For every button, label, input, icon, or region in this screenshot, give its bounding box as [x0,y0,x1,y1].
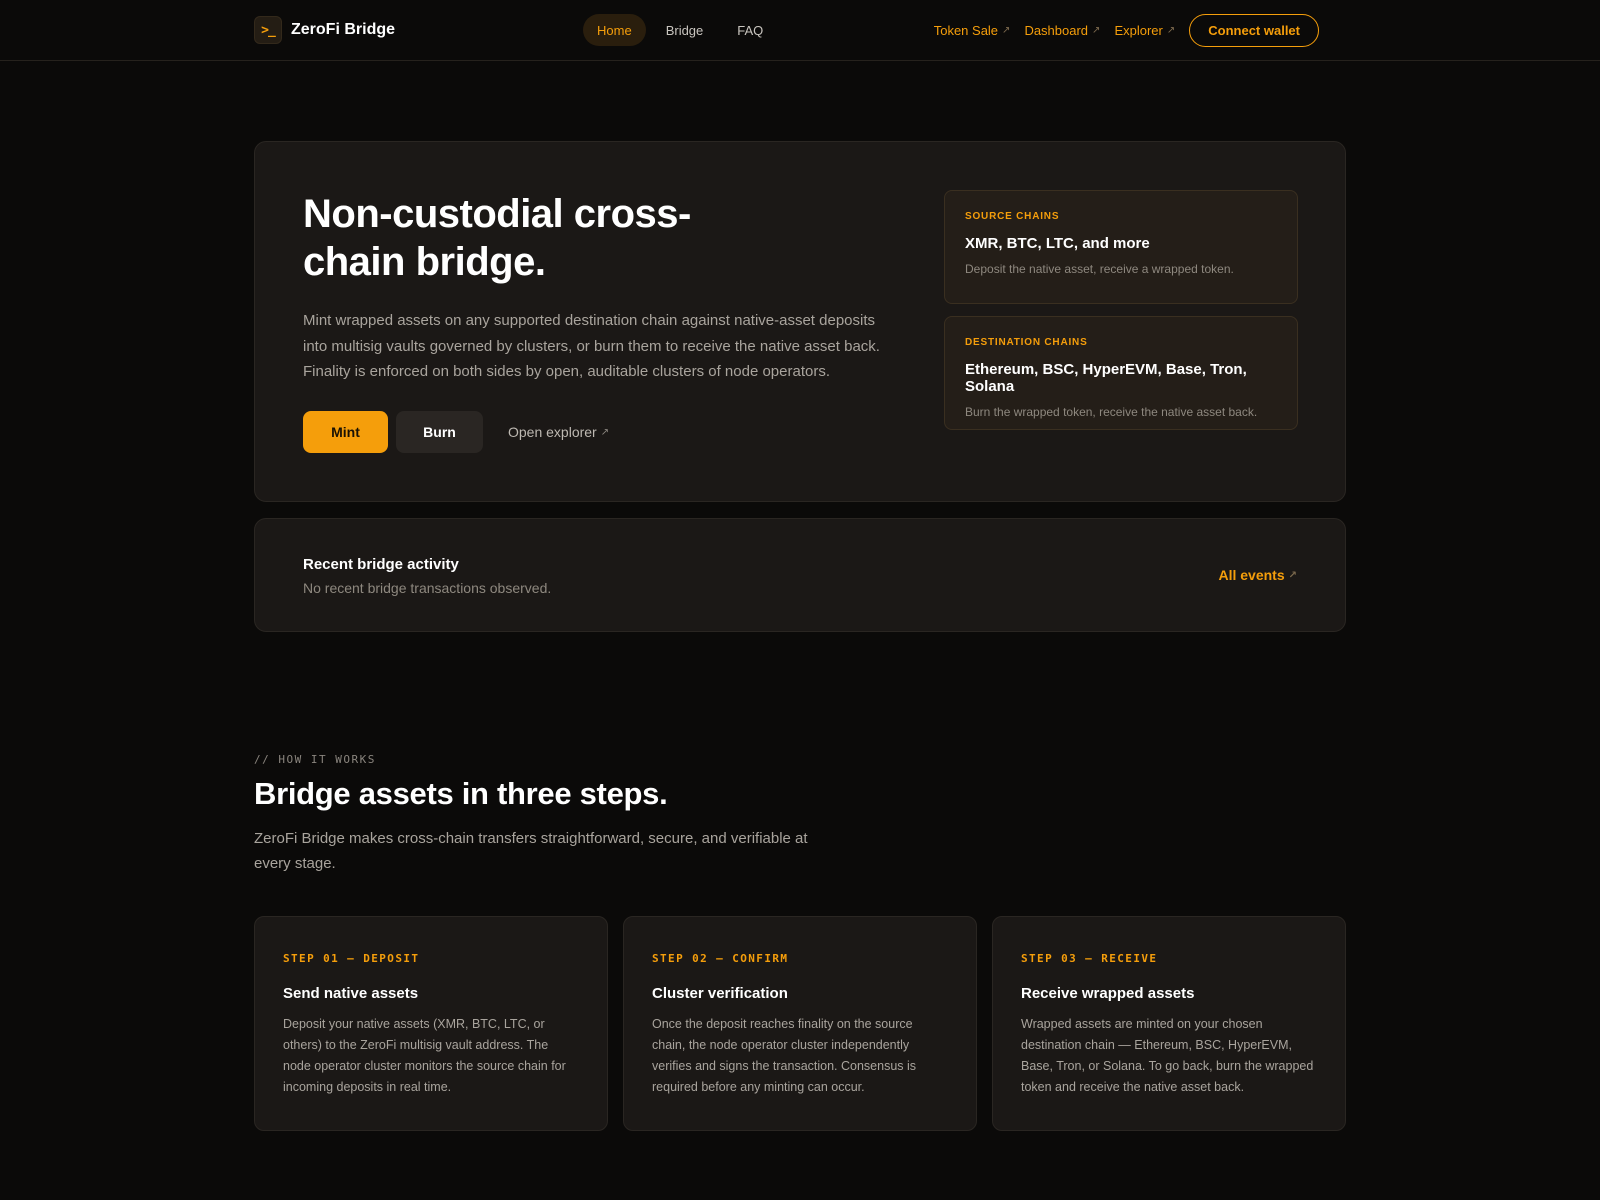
hero-actions: Mint Burn Open explorer ↗ [303,411,609,453]
external-arrow-icon: ↗ [600,426,610,438]
section-description: ZeroFi Bridge makes cross-chain transfer… [254,830,808,872]
step-label: STEP 02 — CONFIRM [652,952,789,965]
connect-wallet-button[interactable]: Connect wallet [1189,14,1319,47]
section-title: Bridge assets in three steps. [254,776,668,811]
open-explorer-label: Open explorer [508,424,597,440]
recent-activity-card: Recent bridge activity No recent bridge … [254,518,1346,632]
destination-chains-card: DESTINATION CHAINS Ethereum, BSC, HyperE… [944,316,1298,430]
terminal-logo-icon: >_ [254,16,282,44]
destination-chains-label: DESTINATION CHAINS [965,337,1088,348]
nav-link-faq[interactable]: FAQ [723,14,777,46]
burn-button[interactable]: Burn [396,411,483,453]
hero-title: Non-custodial cross-chain bridge. [303,192,691,284]
destination-chains-title: Ethereum, BSC, HyperEVM, Base, Tron, Sol… [965,361,1247,395]
step-card-confirm: STEP 02 — CONFIRM Cluster verification O… [623,916,977,1131]
external-arrow-icon: ↗ [1092,25,1101,36]
nav-link-bridge[interactable]: Bridge [652,14,718,46]
source-chains-title: XMR, BTC, LTC, and more [965,235,1150,252]
dashboard-label: Dashboard [1024,23,1089,38]
open-explorer-link[interactable]: Open explorer ↗ [508,424,609,440]
dashboard-link[interactable]: Dashboard ↗ [1024,23,1100,38]
all-events-link[interactable]: All events ↗ [1218,567,1297,583]
source-chains-label: SOURCE CHAINS [965,211,1060,222]
mint-button[interactable]: Mint [303,411,388,453]
source-chains-card: SOURCE CHAINS XMR, BTC, LTC, and more De… [944,190,1298,304]
all-events-label: All events [1218,567,1285,583]
explorer-link[interactable]: Explorer ↗ [1114,23,1175,38]
step-card-deposit: STEP 01 — DEPOSIT Send native assets Dep… [254,916,608,1131]
top-nav: >_ ZeroFi Bridge Home Bridge FAQ Token S… [0,0,1600,61]
hero-description: Mint wrapped assets on any supported des… [303,312,880,380]
brand-name: ZeroFi Bridge [291,21,396,38]
step-title: Receive wrapped assets [1021,985,1195,1002]
external-arrow-icon: ↗ [1166,25,1176,36]
step-description: Deposit your native assets (XMR, BTC, LT… [283,1017,566,1094]
token-sale-label: Token Sale [933,23,999,38]
nav-right: Token Sale ↗ Dashboard ↗ Explorer ↗ Conn… [934,14,1319,47]
activity-empty-text: No recent bridge transactions observed. [303,580,552,596]
brand[interactable]: >_ ZeroFi Bridge [254,16,395,44]
nav-link-home[interactable]: Home [583,14,646,46]
token-sale-link[interactable]: Token Sale ↗ [934,23,1011,38]
step-description: Wrapped assets are minted on your chosen… [1021,1017,1314,1094]
step-label: STEP 01 — DEPOSIT [283,952,420,965]
activity-title: Recent bridge activity [303,556,459,573]
step-title: Cluster verification [652,985,788,1002]
explorer-label: Explorer [1114,23,1163,38]
step-title: Send native assets [283,985,419,1002]
external-arrow-icon: ↗ [1002,25,1011,36]
external-arrow-icon: ↗ [1288,569,1297,581]
hero-card: Non-custodial cross-chain bridge. Mint w… [254,141,1346,502]
section-eyebrow: // HOW IT WORKS [254,753,376,766]
main-nav: Home Bridge FAQ [583,14,783,46]
destination-chains-desc: Burn the wrapped token, receive the nati… [965,405,1258,419]
step-card-receive: STEP 03 — RECEIVE Receive wrapped assets… [992,916,1346,1131]
step-label: STEP 03 — RECEIVE [1021,952,1158,965]
source-chains-desc: Deposit the native asset, receive a wrap… [965,262,1234,276]
step-description: Once the deposit reaches finality on the… [652,1017,917,1094]
